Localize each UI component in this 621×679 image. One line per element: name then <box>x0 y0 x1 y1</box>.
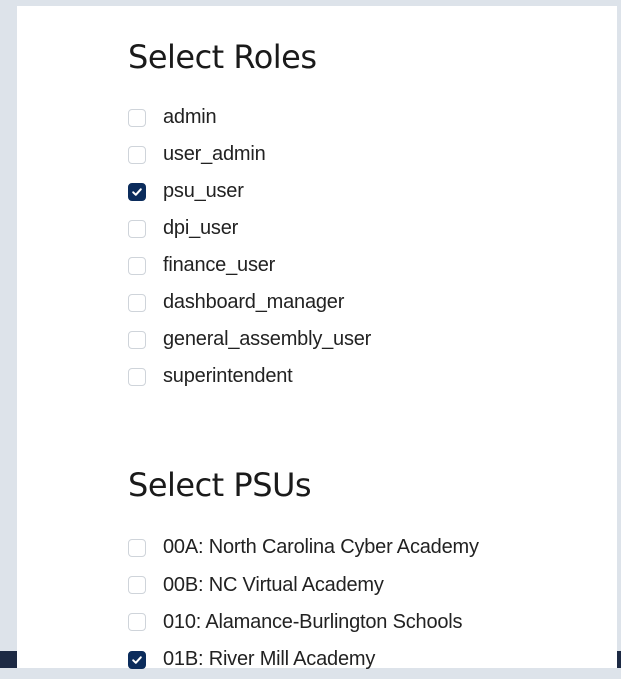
role-checkbox-user-admin[interactable] <box>128 145 146 164</box>
psu-checkbox-00b[interactable] <box>128 576 146 595</box>
psu-option-00b[interactable]: 00B: NC Virtual Academy <box>128 566 479 603</box>
role-checkbox-psu-user[interactable] <box>128 182 146 201</box>
checkmark-icon <box>132 656 142 664</box>
psu-checkbox-010[interactable] <box>128 613 146 632</box>
role-option-dpi-user[interactable]: dpi_user <box>128 210 371 247</box>
role-label-superintendent: superintendent <box>163 365 293 387</box>
role-label-dashboard-manager: dashboard_manager <box>163 291 345 313</box>
role-option-dashboard-manager[interactable]: dashboard_manager <box>128 284 371 321</box>
roles-section-title: Select Roles <box>128 38 317 76</box>
role-label-user-admin: user_admin <box>163 143 266 165</box>
role-checkbox-admin[interactable] <box>128 108 146 127</box>
psu-label-010: 010: Alamance-Burlington Schools <box>163 610 463 633</box>
checkmark-icon <box>132 187 142 196</box>
role-option-general-assembly-user[interactable]: general_assembly_user <box>128 321 371 358</box>
psu-option-010[interactable]: 010: Alamance-Burlington Schools <box>128 604 479 641</box>
role-option-finance-user[interactable]: finance_user <box>128 247 371 284</box>
psu-option-01b[interactable]: 01B: River Mill Academy <box>128 641 479 678</box>
role-option-psu-user[interactable]: psu_user <box>128 173 371 210</box>
psu-checkbox-01b[interactable] <box>128 650 146 669</box>
roles-list: admin user_admin psu_user dpi_user finan… <box>128 99 371 395</box>
selection-panel: Select Roles admin user_admin psu_user d… <box>17 6 617 670</box>
psu-label-00b: 00B: NC Virtual Academy <box>163 573 384 596</box>
psus-list: 00A: North Carolina Cyber Academy 00B: N… <box>128 529 479 679</box>
psu-checkbox-00a[interactable] <box>128 538 146 557</box>
role-option-user-admin[interactable]: user_admin <box>128 136 371 173</box>
psus-section-title: Select PSUs <box>128 466 312 504</box>
role-checkbox-general-assembly-user[interactable] <box>128 330 146 349</box>
role-option-admin[interactable]: admin <box>128 99 371 136</box>
role-label-dpi-user: dpi_user <box>163 217 239 239</box>
role-label-finance-user: finance_user <box>163 254 276 276</box>
role-checkbox-finance-user[interactable] <box>128 256 146 275</box>
role-label-general-assembly-user: general_assembly_user <box>163 328 372 350</box>
role-label-admin: admin <box>163 106 217 128</box>
role-checkbox-dashboard-manager[interactable] <box>128 293 146 312</box>
role-checkbox-dpi-user[interactable] <box>128 219 146 238</box>
psu-label-00a: 00A: North Carolina Cyber Academy <box>163 536 479 559</box>
psu-option-00a[interactable]: 00A: North Carolina Cyber Academy <box>128 529 479 566</box>
role-option-superintendent[interactable]: superintendent <box>128 358 371 395</box>
role-label-psu-user: psu_user <box>163 180 244 202</box>
role-checkbox-superintendent[interactable] <box>128 367 146 386</box>
